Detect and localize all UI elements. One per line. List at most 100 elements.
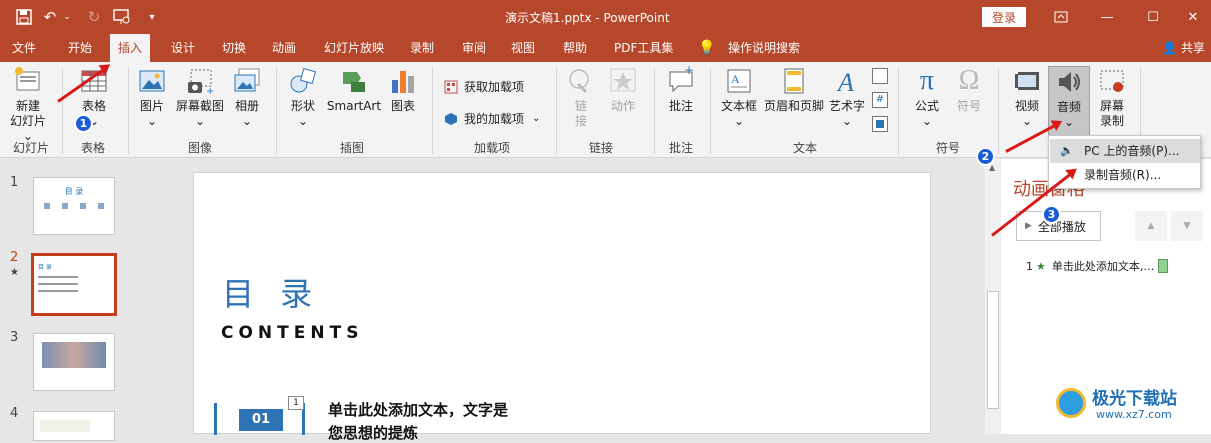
smartart-icon [339,66,369,96]
my-addins-button[interactable]: 我的加载项 ⌄ [444,110,540,127]
album-button[interactable]: 相册 ⌄ [232,66,262,129]
tab-insert[interactable]: 插入 [110,34,151,62]
ribbon-display-options-icon[interactable] [1038,0,1084,34]
ribbon-tabs: 文件 开始 插入 设计 切换 动画 幻灯片放映 录制 审阅 视图 帮助 PDF工… [0,34,1211,62]
undo-dropdown-icon[interactable]: ⌄ [60,0,74,34]
thumb-title: 目 录 [38,264,52,271]
tell-me-search[interactable]: 操作说明搜索 [720,34,808,62]
minimize-icon[interactable]: — [1084,0,1130,34]
picture-button[interactable]: 图片 ⌄ [134,66,170,129]
date-time-icon[interactable] [872,68,888,84]
group-addins-label: 加载项 [474,141,511,155]
close-icon[interactable]: ✕ [1170,0,1211,34]
group-symbols-label: 符号 [936,141,961,155]
animation-marker[interactable]: 1 [288,396,304,410]
screenshot-dropdown-icon: ⌄ [194,114,206,128]
menu-item-audio-on-pc[interactable]: 🔈 PC 上的音频(P)... [1050,139,1200,163]
animation-list-item[interactable]: 1 ★ 单击此处添加文本,… [1001,255,1211,277]
action-button[interactable]: 动作 [606,66,640,114]
login-button[interactable]: 登录 [982,7,1026,27]
tab-transitions[interactable]: 切换 [214,34,254,62]
save-icon[interactable] [10,0,38,34]
tab-file[interactable]: 文件 [4,34,44,62]
tab-pdf-tools[interactable]: PDF工具集 [606,34,681,62]
scroll-thumb[interactable] [987,291,999,409]
album-label: 相册 [234,99,259,113]
chart-button[interactable]: 图表 [386,66,420,114]
tab-view[interactable]: 视图 [503,34,543,62]
slide-number-icon[interactable]: # [872,92,888,108]
group-illustrations-label: 插图 [340,141,365,155]
wordart-icon: A [832,66,862,97]
vertical-scrollbar[interactable]: ▲ [985,159,1001,434]
shapes-button[interactable]: 形状 ⌄ [286,66,320,129]
slide-thumbnail-4[interactable] [33,411,115,441]
step-badge-2: 2 [976,147,995,166]
slide-canvas[interactable]: 目 录 CONTENTS 01 1 单击此处添加文本，文字是 您思想的提炼 [193,172,931,442]
slide-subtitle[interactable]: CONTENTS [221,323,363,343]
header-footer-button[interactable]: 页眉和页脚 [764,66,824,114]
tab-design[interactable]: 设计 [163,34,203,62]
picture-icon [137,66,167,96]
step-badge-3: 3 [1042,205,1061,224]
timeline-bar [1158,259,1169,273]
tab-review[interactable]: 审阅 [454,34,494,62]
menu-item-label: 录制音频(R)... [1084,168,1162,182]
item-text-line-2[interactable]: 您思想的提炼 [328,422,418,443]
symbol-button[interactable]: Ω 符号 [950,66,988,114]
slide-thumbnail-1[interactable]: 目 录 [33,177,115,235]
slide-number: 1 [10,175,19,190]
tab-home[interactable]: 开始 [60,34,100,62]
slide-title[interactable]: 目 录 [222,269,320,315]
tab-help[interactable]: 帮助 [555,34,595,62]
svg-text:+: + [684,66,694,77]
watermark-url: www.xz7.com [1096,408,1172,421]
my-addins-dropdown-icon: ⌄ [532,113,541,124]
share-button[interactable]: 👤 共享 [1162,34,1205,62]
title-bar: ↶ ⌄ ↻ ▾ 演示文稿1.pptx - PowerPoint 登录 — ☐ ✕ [0,0,1211,34]
separator [654,68,655,154]
smartart-button[interactable]: SmartArt [326,66,382,114]
slide-number: 2 [10,250,19,265]
new-slide-label-1: 新建 [15,99,40,113]
screenshot-label: 屏幕截图 [175,99,224,113]
get-addins-button[interactable]: 获取加载项 [444,78,524,95]
tab-slideshow[interactable]: 幻灯片放映 [316,34,392,62]
chart-label: 图表 [390,99,415,113]
group-slides-label: 幻灯片 [13,141,50,155]
tab-animations[interactable]: 动画 [264,34,304,62]
screen-recording-button[interactable]: 屏幕 录制 [1094,66,1130,129]
new-slide-button[interactable]: 新建 幻灯片 ⌄ [6,66,50,144]
video-button[interactable]: 视频 ⌄ [1008,66,1046,129]
item-number-box[interactable]: 01 [239,409,283,431]
wordart-label: 艺术字 [828,99,865,113]
present-from-start-icon[interactable] [108,0,136,34]
comment-button[interactable]: + 批注 [664,63,698,114]
video-label: 视频 [1014,99,1039,113]
customize-qat-icon[interactable]: ▾ [138,0,166,34]
redo-icon[interactable]: ↻ [80,0,108,34]
undo-icon[interactable]: ↶ [40,0,60,34]
equation-button[interactable]: π 公式 ⌄ [908,66,946,129]
item-text-line-1[interactable]: 单击此处添加文本，文字是 [328,399,508,420]
separator [432,68,433,154]
lightbulb-icon: 💡 [698,40,716,56]
object-icon[interactable] [872,116,888,132]
textbox-dropdown-icon: ⌄ [733,114,745,128]
move-down-button[interactable]: ▼ [1171,211,1203,241]
textbox-button[interactable]: A 文本框 ⌄ [718,66,760,129]
screenshot-button[interactable]: + 屏幕截图 ⌄ [174,66,226,129]
tab-record[interactable]: 录制 [402,34,442,62]
separator [62,68,63,154]
link-button[interactable]: 链 接 [566,66,596,129]
link-icon [566,66,596,96]
separator [128,68,129,154]
wordart-button[interactable]: A 艺术字 ⌄ [828,66,866,129]
textbox-label: 文本框 [720,99,757,113]
move-up-button[interactable]: ▲ [1135,211,1167,241]
slide-thumbnail-3[interactable] [33,333,115,391]
item-bar-left [214,403,217,435]
slide-thumbnail-2[interactable]: 目 录 [31,253,117,316]
thumb-line [38,283,78,285]
action-label: 动作 [610,99,635,113]
